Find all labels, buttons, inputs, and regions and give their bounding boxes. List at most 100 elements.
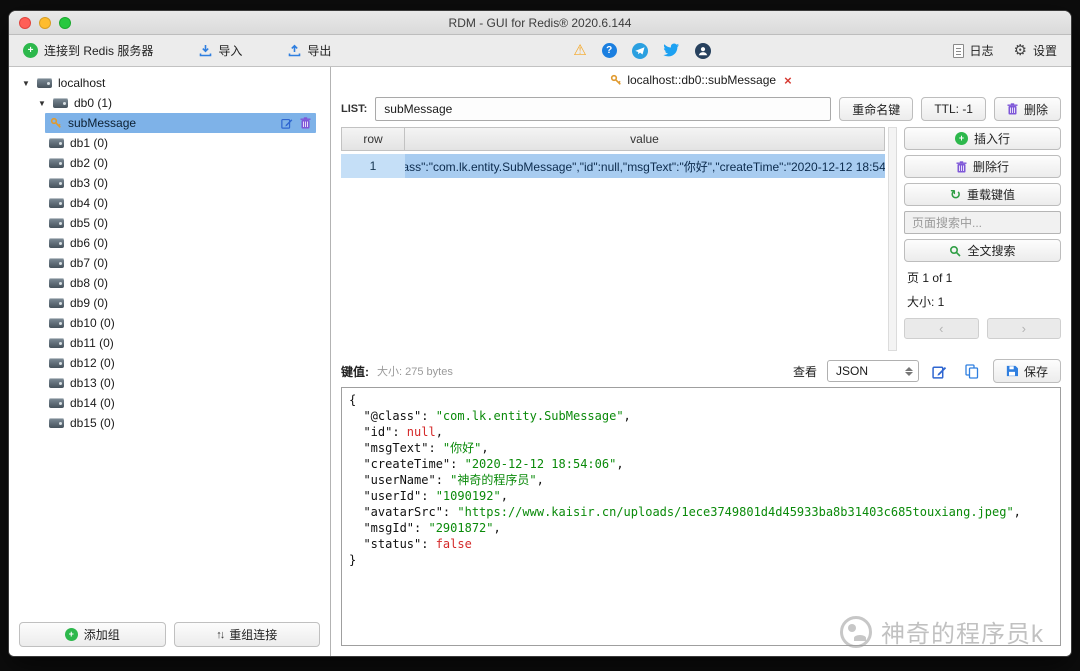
delete-key-button[interactable]: 删除 <box>994 97 1061 121</box>
reorder-connections-button[interactable]: ↑↓ 重组连接 <box>174 622 321 647</box>
next-page-button[interactable]: › <box>987 318 1062 339</box>
add-group-button[interactable]: + 添加组 <box>19 622 166 647</box>
export-label: 导出 <box>307 42 331 59</box>
settings-label: 设置 <box>1033 42 1057 59</box>
fulltext-search-button[interactable]: 全文搜索 <box>904 239 1061 262</box>
reload-icon: ↻ <box>950 188 961 201</box>
tab-close-icon[interactable]: × <box>784 73 792 88</box>
db0-label: db0 (1) <box>74 96 112 110</box>
zoom-window-button[interactable] <box>59 17 71 29</box>
page-search-input[interactable] <box>904 211 1061 234</box>
close-window-button[interactable] <box>19 17 31 29</box>
sidebar-item-db10[interactable]: db10 (0) <box>9 313 330 333</box>
sidebar-item-db6[interactable]: db6 (0) <box>9 233 330 253</box>
main-panel: localhost::db0::subMessage × LIST: 重命名键 … <box>331 67 1071 656</box>
warning-icon[interactable]: ⚠ <box>573 43 586 58</box>
main-toolbar: + 连接到 Redis 服务器 导入 导出 <box>9 35 1071 67</box>
column-header-value[interactable]: value <box>405 127 885 151</box>
plus-circle-icon: + <box>23 43 38 58</box>
db-label: db2 (0) <box>70 156 108 170</box>
reload-value-button[interactable]: ↻ 重载键值 <box>904 183 1061 206</box>
sidebar-item-submessage[interactable]: subMessage <box>45 113 316 133</box>
edit-key-icon[interactable] <box>281 117 293 129</box>
content-area: ▼ localhost ▼ db0 (1) subMessage <box>9 67 1071 656</box>
expand-arrow-icon[interactable]: ▼ <box>37 99 47 108</box>
key-type-label: LIST: <box>341 103 367 115</box>
sidebar-item-db4[interactable]: db4 (0) <box>9 193 330 213</box>
sidebar-item-db1[interactable]: db1 (0) <box>9 133 330 153</box>
toolbar-center-group: ⚠ ? <box>573 43 710 59</box>
key-panel: LIST: 重命名键 TTL: -1 删除 <box>331 93 1071 127</box>
row-number-cell: 1 <box>341 154 405 178</box>
sidebar-item-db0[interactable]: ▼ db0 (1) <box>9 93 330 113</box>
sidebar-item-db7[interactable]: db7 (0) <box>9 253 330 273</box>
save-button[interactable]: 保存 <box>993 359 1061 383</box>
gear-icon: ⚙ <box>1014 43 1027 58</box>
delete-key-icon[interactable] <box>300 117 311 129</box>
key-name-input[interactable] <box>375 97 831 121</box>
sidebar-item-db2[interactable]: db2 (0) <box>9 153 330 173</box>
prev-page-button[interactable]: ‹ <box>904 318 979 339</box>
export-button[interactable]: 导出 <box>288 42 331 59</box>
database-icon <box>49 238 64 248</box>
tab-submessage[interactable]: localhost::db0::subMessage × <box>610 73 791 88</box>
minimize-window-button[interactable] <box>39 17 51 29</box>
view-label: 查看 <box>793 363 817 380</box>
copy-value-button[interactable] <box>961 360 983 382</box>
search-icon <box>949 245 961 257</box>
sidebar-item-db15[interactable]: db15 (0) <box>9 413 330 433</box>
sidebar: ▼ localhost ▼ db0 (1) subMessage <box>9 67 331 656</box>
database-icon <box>49 418 64 428</box>
sidebar-item-db3[interactable]: db3 (0) <box>9 173 330 193</box>
table-scrollbar[interactable] <box>888 127 897 351</box>
expand-arrow-icon[interactable]: ▼ <box>21 79 31 88</box>
sidebar-item-localhost[interactable]: ▼ localhost <box>9 73 330 93</box>
delete-key-label: 删除 <box>1024 101 1048 118</box>
editor-controls: 查看 JSON <box>793 359 1061 383</box>
window-title: RDM - GUI for Redis® 2020.6.144 <box>449 16 632 30</box>
sidebar-item-db5[interactable]: db5 (0) <box>9 213 330 233</box>
db-label: db10 (0) <box>70 316 115 330</box>
delete-row-button[interactable]: 删除行 <box>904 155 1061 178</box>
connect-server-button[interactable]: + 连接到 Redis 服务器 <box>23 42 153 59</box>
save-icon <box>1006 365 1018 377</box>
sidebar-item-db9[interactable]: db9 (0) <box>9 293 330 313</box>
toolbar-right-group: 日志 ⚙ 设置 <box>953 42 1057 59</box>
value-editor[interactable]: { "@class": "com.lk.entity.SubMessage", … <box>341 387 1061 646</box>
log-button[interactable]: 日志 <box>953 42 994 59</box>
db-label: db14 (0) <box>70 396 115 410</box>
help-icon[interactable]: ? <box>602 43 617 58</box>
table-header: row value <box>341 127 885 151</box>
row-actions-column: + 插入行 删除行 ↻ 重载键值 <box>904 127 1061 351</box>
tab-bar: localhost::db0::subMessage × <box>331 67 1071 93</box>
community-icon[interactable] <box>695 43 711 59</box>
import-button[interactable]: 导入 <box>199 42 242 59</box>
db-label: db7 (0) <box>70 256 108 270</box>
rows-section: row value 1 {"@class":"com.lk.entity.Sub… <box>331 127 1071 351</box>
settings-button[interactable]: ⚙ 设置 <box>1014 42 1057 59</box>
insert-row-label: 插入行 <box>974 130 1010 147</box>
view-mode-select[interactable]: JSON <box>827 360 919 382</box>
view-mode-value: JSON <box>836 364 868 378</box>
insert-row-button[interactable]: + 插入行 <box>904 127 1061 150</box>
sidebar-item-db13[interactable]: db13 (0) <box>9 373 330 393</box>
sidebar-item-db8[interactable]: db8 (0) <box>9 273 330 293</box>
edit-value-button[interactable] <box>929 360 951 382</box>
sidebar-item-db12[interactable]: db12 (0) <box>9 353 330 373</box>
rename-key-button[interactable]: 重命名键 <box>839 97 913 121</box>
twitter-icon[interactable] <box>663 43 680 58</box>
database-icon <box>49 318 64 328</box>
ttl-button[interactable]: TTL: -1 <box>921 97 986 121</box>
import-icon <box>199 44 212 57</box>
app-window: RDM - GUI for Redis® 2020.6.144 + 连接到 Re… <box>8 10 1072 657</box>
table-row[interactable]: 1 {"@class":"com.lk.entity.SubMessage","… <box>341 154 885 178</box>
column-header-row[interactable]: row <box>341 127 405 151</box>
db-label: db15 (0) <box>70 416 115 430</box>
telegram-icon[interactable] <box>632 43 648 59</box>
sidebar-item-db14[interactable]: db14 (0) <box>9 393 330 413</box>
row-value-cell: {"@class":"com.lk.entity.SubMessage","id… <box>405 154 885 178</box>
sidebar-item-db11[interactable]: db11 (0) <box>9 333 330 353</box>
key-row-actions <box>281 117 311 129</box>
key-icon <box>610 74 622 86</box>
key-name-label: subMessage <box>68 116 136 130</box>
